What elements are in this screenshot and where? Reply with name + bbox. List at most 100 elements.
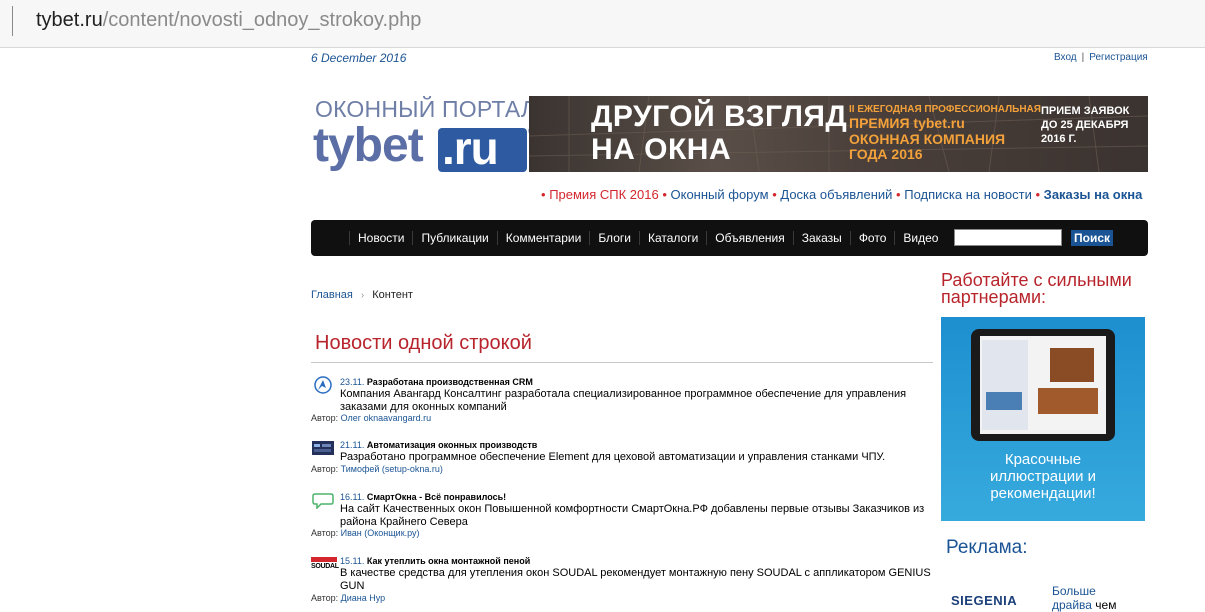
logo-name: tybet [313,119,424,172]
banner-premium-line-1: ПРЕМИЯ tybet.ru [849,115,965,131]
ad-link-line-1[interactable]: Больше [1052,584,1096,598]
current-date: 6 December 2016 [311,51,407,65]
bullet: • [1035,187,1041,202]
banner-deadline-line-2: ДО 25 ДЕКАБРЯ [1041,119,1129,131]
nav-comments[interactable]: Комментарии [496,231,590,245]
news-date: 23.11. [340,377,365,387]
news-meta: 16.11. СмартОкна - Всё понравилось! [340,491,933,503]
banner-deadline-line-1: ПРИЕМ ЗАЯВОК [1041,105,1130,117]
news-meta: 23.11. Разработана производственная CRM [340,376,933,388]
element-software-icon[interactable] [311,439,335,457]
soudal-logo-text: SOUDAL [311,563,339,570]
nav-catalogs[interactable]: Каталоги [638,231,706,245]
partners-title-line-2: партнерами: [941,287,1047,307]
screen-sidebar [982,340,1028,430]
news-headline[interactable]: СмартОкна - Всё понравилось! [367,492,506,502]
news-headline[interactable]: Как утеплить окна монтажной пеной [367,556,530,566]
news-item: 16.11. СмартОкна - Всё понравилось! На с… [311,491,933,541]
author-label: Автор: [311,528,339,538]
tablet-icon [971,329,1115,441]
news-headline[interactable]: Разработана производственная CRM [367,377,533,387]
link-window-orders[interactable]: Заказы на окна [1044,187,1143,202]
bullet: • [896,187,901,202]
news-text: На сайт Качественных окон Повышенной ком… [340,503,925,528]
breadcrumb-current: Контент [372,289,413,301]
nav-photo[interactable]: Фото [849,231,895,245]
auth-links: Вход | Регистрация [1054,52,1148,63]
search-input[interactable] [954,229,1062,246]
auth-separator: | [1081,52,1085,63]
bullet: • [772,187,777,202]
tablet-screen [980,336,1106,434]
breadcrumb-home[interactable]: Главная [311,289,353,301]
avangard-logo-icon[interactable] [311,376,335,394]
logo-tld: .ru [442,122,499,174]
partner-caption-line-2: иллюстрации и [989,468,1097,485]
banner-premium-line-2: ОКОННАЯ КОМПАНИЯ [849,130,1006,147]
news-text: В качестве средства для утепления окон S… [340,567,931,592]
siegenia-logo[interactable]: SIEGENIA [951,592,1039,610]
register-link[interactable]: Регистрация [1089,52,1147,63]
banner-premium-line-3: ГОДА 2016 [849,146,923,162]
news-author: Автор: Иван (Оконщик.ру) [311,528,420,538]
breadcrumb: Главная › Контент [311,289,413,301]
news-meta: 21.11. Автоматизация оконных производств [340,439,933,451]
screen-thumb [986,392,1022,410]
news-text: Компания Авангард Консалтинг разработала… [340,388,907,413]
news-meta: 15.11. Как утеплить окна монтажной пеной [340,555,933,567]
nav-blogs[interactable]: Блоги [589,231,639,245]
page-title: Новости одной строкой [315,332,532,354]
siegenia-logo-text: SIEGENIA [951,593,1018,608]
news-author: Автор: Тимофей (setup-okna.ru) [311,464,443,474]
ad-text: Больше драйва чем [1052,584,1116,612]
browser-address-bar[interactable]: tybet.ru/content/novosti_odnoy_strokoy.p… [0,0,1205,48]
link-classifieds[interactable]: Доска объявлений [780,187,892,202]
link-forum[interactable]: Оконный форум [671,187,769,202]
banner-deadline: ПРИЕМ ЗАЯВОК ДО 25 ДЕКАБРЯ 2016 Г. [1041,104,1129,146]
news-item: SOUDAL 15.11. Как утеплить окна монтажно… [311,555,933,610]
news-item: 21.11. Автоматизация оконных производств… [311,439,933,479]
partners-title: Работайте с сильными партнерами: [941,271,1132,307]
news-text: Разработано программное обеспечение Elem… [340,451,886,463]
nav-news[interactable]: Новости [349,231,412,245]
url-text[interactable]: tybet.ru/content/novosti_odnoy_strokoy.p… [36,8,421,32]
partner-banner-caption: Красочные иллюстрации и рекомендации! [941,451,1145,502]
news-body: 21.11. Автоматизация оконных производств… [340,439,933,464]
news-author: Автор: Олег oknaavangard.ru [311,413,431,423]
news-date: 16.11. [340,492,365,502]
title-divider [311,362,933,363]
news-body: 16.11. СмартОкна - Всё понравилось! На с… [340,491,933,528]
author-link[interactable]: Диана Нур [341,593,386,603]
banner-headline-line-1: ДРУГОЙ ВЗГЛЯД [591,100,848,133]
speech-bubble-icon[interactable] [311,491,335,509]
bullet: • [541,187,546,202]
nav-ads[interactable]: Объявления [706,231,792,245]
promo-banner[interactable]: ДРУГОЙ ВЗГЛЯД НА ОКНА II ЕЖЕГОДНАЯ ПРОФЕ… [529,96,1148,172]
news-date: 21.11. [340,440,365,450]
nav-items: Новости Публикации Комментарии Блоги Кат… [349,220,946,256]
screen-furniture-image [1038,388,1098,414]
partner-banner[interactable]: Красочные иллюстрации и рекомендации! [941,317,1145,521]
author-link[interactable]: Тимофей (setup-okna.ru) [341,464,443,474]
login-link[interactable]: Вход [1054,52,1077,63]
site-logo[interactable]: tybet .ru ® [311,118,535,178]
news-body: 23.11. Разработана производственная CRM … [340,376,933,413]
soudal-logo-icon[interactable]: SOUDAL [311,555,339,573]
search-button[interactable]: Поиск [1071,230,1113,246]
link-subscribe[interactable]: Подписка на новости [904,187,1032,202]
author-link[interactable]: Олег oknaavangard.ru [341,413,432,423]
breadcrumb-arrow-icon: › [360,290,365,301]
url-host: tybet.ru [36,9,103,31]
author-link[interactable]: Иван (Оконщик.ру) [341,528,420,538]
nav-video[interactable]: Видео [894,231,946,245]
nav-orders[interactable]: Заказы [792,231,850,245]
nav-publications[interactable]: Публикации [412,231,496,245]
link-premium[interactable]: Премия СПК 2016 [549,187,659,202]
news-body: 15.11. Как утеплить окна монтажной пеной… [340,555,933,592]
banner-premium-subtitle: II ЕЖЕГОДНАЯ ПРОФЕССИОНАЛЬНАЯ [849,104,1041,115]
top-links: • Премия СПК 2016 • Оконный форум • Доск… [541,187,1142,202]
news-headline[interactable]: Автоматизация оконных производств [367,440,537,450]
banner-headline: ДРУГОЙ ВЗГЛЯД НА ОКНА [591,100,847,166]
main-nav: Новости Публикации Комментарии Блоги Кат… [311,220,1148,256]
partner-caption-line-3: рекомендации! [990,485,1096,502]
